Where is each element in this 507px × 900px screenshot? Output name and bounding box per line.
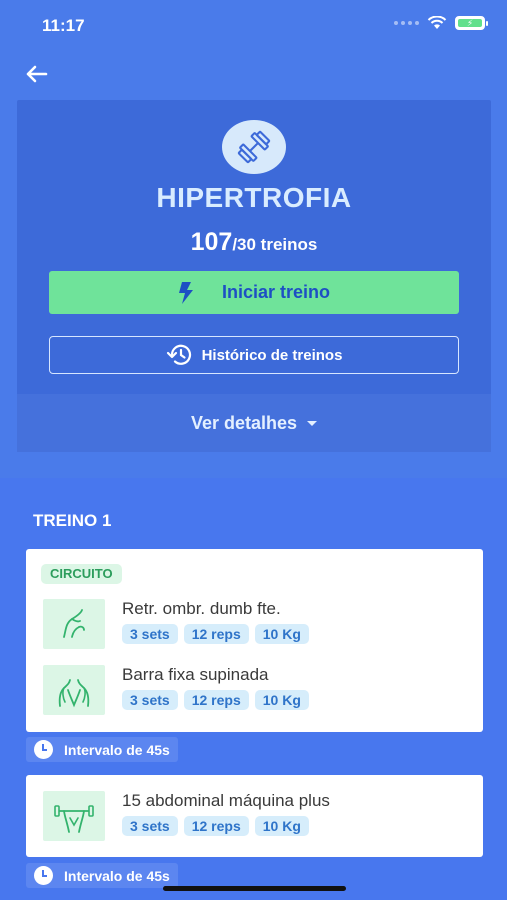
clock-icon [34,740,53,759]
exercise-item[interactable]: Barra fixa supinada 3 sets 12 reps 10 Kg [43,665,473,717]
start-workout-label: Iniciar treino [221,282,331,302]
caret-down-icon [307,420,318,426]
status-bar: 11:17 ⚡ [0,0,507,50]
weight-chip: 10 Kg [254,690,309,710]
exercise-name: Barra fixa supinada [122,665,269,684]
weight-chip: 10 Kg [254,624,309,644]
lightning-icon [178,281,193,304]
back-exercise-icon [43,665,105,715]
sets-chip: 3 sets [122,624,178,644]
count-total: /30 treinos [232,235,318,254]
see-details-toggle[interactable]: Ver detalhes [17,394,491,452]
program-card: HIPERTROFIA 107/30 treinos Iniciar trein… [17,100,491,452]
exercise-chips: 3 sets 12 reps 10 Kg [122,816,309,836]
signal-dots-icon [394,21,419,25]
history-clock-icon [166,344,191,365]
status-icons: ⚡ [394,16,488,30]
exercise-card[interactable]: 15 abdominal máquina plus 3 sets 12 reps… [26,775,483,857]
section-title: TREINO 1 [33,511,112,530]
sets-chip: 3 sets [122,816,178,836]
status-time: 11:17 [42,16,85,35]
workout-section: TREINO 1 CIRCUITO Retr. ombr. dumb fte. … [0,478,507,900]
reps-chip: 12 reps [183,624,249,644]
arrow-left-icon [26,65,48,83]
abdominal-exercise-icon [43,791,105,841]
dumbbell-icon [237,130,271,164]
workout-count: 107/30 treinos [17,228,491,257]
exercise-item[interactable]: Retr. ombr. dumb fte. 3 sets 12 reps 10 … [43,599,473,651]
program-icon-badge [222,120,286,174]
history-button[interactable]: Histórico de treinos [49,336,459,374]
count-done: 107 [190,228,233,256]
shoulder-exercise-icon [43,599,105,649]
clock-icon [34,866,53,885]
exercise-chips: 3 sets 12 reps 10 Kg [122,624,309,644]
home-indicator[interactable] [163,886,346,891]
interval-label: Intervalo de 45s [64,741,170,758]
battery-icon: ⚡ [455,16,488,30]
see-details-label: Ver detalhes [190,412,298,433]
circuit-tag: CIRCUITO [41,564,122,584]
sets-chip: 3 sets [122,690,178,710]
reps-chip: 12 reps [183,690,249,710]
rest-interval: Intervalo de 45s [26,863,178,888]
interval-label: Intervalo de 45s [64,867,170,884]
weight-chip: 10 Kg [254,816,309,836]
back-button[interactable] [22,60,50,88]
circuit-card[interactable]: CIRCUITO Retr. ombr. dumb fte. 3 sets 12… [26,549,483,732]
exercise-item[interactable]: 15 abdominal máquina plus 3 sets 12 reps… [43,791,473,843]
exercise-name: Retr. ombr. dumb fte. [122,599,281,618]
exercise-chips: 3 sets 12 reps 10 Kg [122,690,309,710]
start-workout-button[interactable]: Iniciar treino [49,271,459,314]
rest-interval: Intervalo de 45s [26,737,178,762]
reps-chip: 12 reps [183,816,249,836]
history-label: Histórico de treinos [201,346,343,364]
wifi-icon [427,16,447,29]
program-title: HIPERTROFIA [156,182,352,213]
exercise-name: 15 abdominal máquina plus [122,791,330,810]
